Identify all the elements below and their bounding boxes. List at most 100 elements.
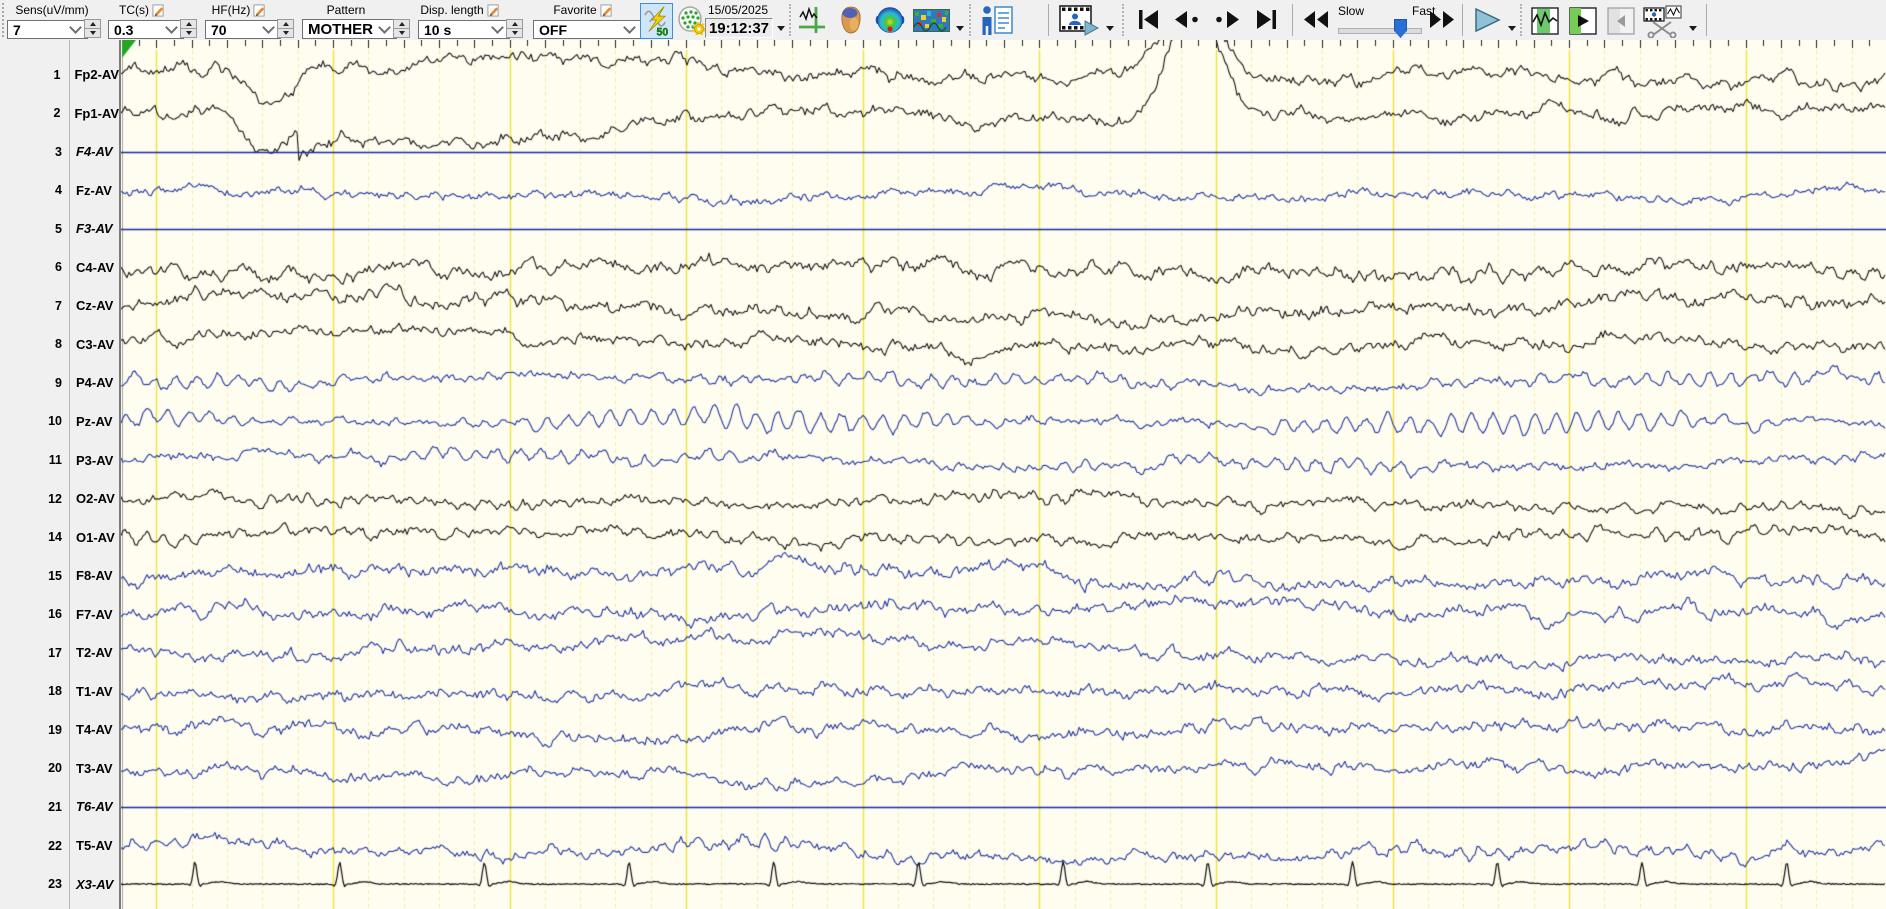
tc-select[interactable]: 0.3 <box>108 20 184 39</box>
channel-label-row[interactable]: 2 Fp1-AV <box>0 104 120 122</box>
patient-info-button[interactable] <box>978 4 1016 36</box>
sensitivity-select[interactable]: 7 <box>7 20 88 39</box>
dropdown-arrow-icon[interactable] <box>956 26 964 31</box>
edit-pencil-icon[interactable] <box>152 3 165 17</box>
display-length-label: Disp. length <box>416 3 504 17</box>
channel-name: Fp2-AV <box>74 67 119 82</box>
sensitivity-stepper[interactable] <box>84 19 101 38</box>
channel-label-row[interactable]: 18 T1-AV <box>0 682 119 700</box>
fast-forward-icon <box>1430 11 1454 28</box>
pattern-stepper[interactable] <box>393 19 410 38</box>
waveform-axes-button[interactable] <box>797 5 827 35</box>
channel-name: Pz-AV <box>76 413 113 429</box>
fast-forward-button[interactable] <box>1427 8 1457 31</box>
edit-pencil-icon[interactable] <box>600 3 613 17</box>
edit-pencil-icon[interactable] <box>487 3 500 17</box>
edit-pencil-icon[interactable] <box>253 3 266 17</box>
play-button[interactable] <box>1471 6 1503 34</box>
tc-stepper[interactable] <box>180 19 197 38</box>
eeg-review-window: Sens(uV/mm) 7 TC(s) 0.3 HF(Hz) 70 Patter… <box>0 0 1886 909</box>
dropdown-arrow-icon[interactable] <box>777 26 785 31</box>
montage-settings-button[interactable] <box>676 5 706 35</box>
display-length-select[interactable]: 10 s <box>418 20 510 39</box>
favorite-label: Favorite <box>531 3 635 17</box>
spinner-down-icon[interactable] <box>277 29 294 38</box>
spinner-up-icon[interactable] <box>277 19 294 29</box>
channel-name: T5-AV <box>76 838 113 853</box>
channel-label-row[interactable]: 11 P3-AV <box>0 451 119 469</box>
channel-name: P4-AV <box>76 375 114 391</box>
channel-label-row[interactable]: 16 F7-AV <box>0 605 119 623</box>
channel-label-row[interactable]: 23 X3-AV <box>0 875 119 893</box>
spinner-down-icon[interactable] <box>506 29 523 38</box>
favorite-select[interactable]: OFF <box>533 20 642 39</box>
channel-label-row[interactable]: 1 Fp2-AV <box>0 66 120 84</box>
spinner-up-icon[interactable] <box>506 19 523 29</box>
eeg-trace-area[interactable] <box>121 40 1886 909</box>
step-back-button[interactable] <box>1171 8 1203 31</box>
video-clip-button[interactable] <box>1058 4 1100 36</box>
channel-label-row[interactable]: 17 T2-AV <box>0 644 119 662</box>
channel-name: C3-AV <box>76 336 115 352</box>
speed-slider-track[interactable] <box>1338 28 1422 34</box>
spinner-up-icon[interactable] <box>393 19 410 29</box>
spinner-down-icon[interactable] <box>84 29 101 38</box>
head-3d-map-button[interactable] <box>836 5 866 35</box>
chevron-down-icon <box>262 21 275 34</box>
channel-number: 20 <box>48 761 62 776</box>
channel-name: X3-AV <box>76 876 114 892</box>
display-length-stepper[interactable] <box>506 19 523 38</box>
spinner-up-icon[interactable] <box>84 19 101 29</box>
channel-number: 16 <box>48 607 62 622</box>
toolbar-separator <box>1048 4 1049 36</box>
pattern-select[interactable]: MOTHER <box>302 19 397 39</box>
channel-label-row[interactable]: 6 C4-AV <box>0 258 119 276</box>
channel-label-row[interactable]: 22 T5-AV <box>0 837 119 855</box>
auto-page-play-button[interactable] <box>1568 6 1598 36</box>
hf-select[interactable]: 70 <box>205 20 281 39</box>
spinner-down-icon[interactable] <box>393 29 410 38</box>
auto-page-waveform-button[interactable] <box>1530 6 1560 36</box>
channel-name: F8-AV <box>76 568 113 584</box>
channel-name: C4-AV <box>76 259 115 275</box>
spinner-down-icon[interactable] <box>180 29 197 38</box>
skip-to-end-button[interactable] <box>1253 8 1281 31</box>
dropdown-arrow-icon[interactable] <box>1689 26 1697 31</box>
toolbar-separator <box>1520 4 1525 36</box>
channel-name: Fp1-AV <box>74 105 119 121</box>
channel-label-row[interactable]: 3 F4-AV <box>0 143 119 161</box>
channel-label-row[interactable]: 10 Pz-AV <box>0 412 119 430</box>
tc-label: TC(s) <box>106 3 178 17</box>
page-back-disabled-button <box>1606 6 1636 36</box>
channel-label-row[interactable]: 21 T6-AV <box>0 798 119 816</box>
channel-label-row[interactable]: 5 F3-AV <box>0 220 119 238</box>
dsa-spectrogram-button[interactable] <box>913 9 950 32</box>
topo-map-button[interactable] <box>875 5 905 35</box>
channel-label-row[interactable]: 14 O1-AV <box>0 528 119 546</box>
channel-name: P3-AV <box>76 452 114 468</box>
channel-label-row[interactable]: 15 F8-AV <box>0 567 119 585</box>
channel-label-row[interactable]: 19 T4-AV <box>0 721 119 739</box>
channel-label-row[interactable]: 7 Cz-AV <box>0 297 119 315</box>
channel-name: T4-AV <box>76 722 113 738</box>
channel-label-row[interactable]: 4 Fz-AV <box>0 181 119 199</box>
skip-to-start-button[interactable] <box>1134 8 1162 31</box>
channel-label-row[interactable]: 20 T3-AV <box>0 759 119 777</box>
svg-text:50: 50 <box>657 27 669 38</box>
channel-number: 4 <box>55 183 62 198</box>
notch-50-filter-button[interactable]: 50 <box>640 3 673 39</box>
speed-slider-handle[interactable] <box>1394 19 1407 38</box>
channel-number: 5 <box>55 221 62 236</box>
channel-label-row[interactable]: 9 P4-AV <box>0 374 119 392</box>
channel-label-row[interactable]: 12 O2-AV <box>0 490 119 508</box>
spinner-up-icon[interactable] <box>180 19 197 29</box>
cut-video-button[interactable] <box>1642 4 1684 38</box>
rewind-button[interactable] <box>1301 8 1331 31</box>
dropdown-arrow-icon[interactable] <box>1106 26 1114 31</box>
step-forward-button[interactable] <box>1211 8 1243 31</box>
dropdown-arrow-icon[interactable] <box>1508 26 1516 31</box>
channel-label-row[interactable]: 8 C3-AV <box>0 335 119 353</box>
notch-50-filter-icon: 50 <box>644 6 669 38</box>
montage-head-gear-icon <box>678 6 706 35</box>
hf-stepper[interactable] <box>277 19 294 38</box>
